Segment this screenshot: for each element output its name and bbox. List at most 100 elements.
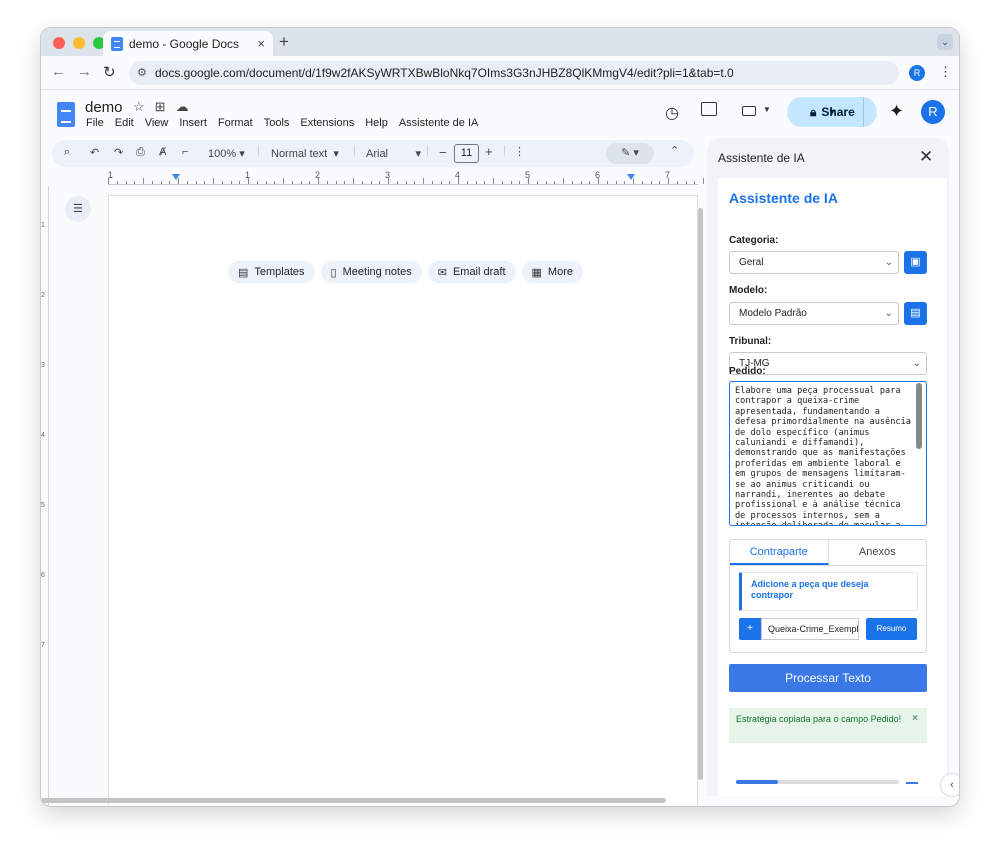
ruler-tick bbox=[545, 181, 547, 184]
star-icon[interactable]: ☆ bbox=[133, 99, 145, 115]
folder-icon: ▣ bbox=[910, 256, 921, 268]
paragraph-style-select[interactable]: Normal text ▾ bbox=[271, 147, 339, 160]
ruler-tick bbox=[125, 181, 127, 184]
document-outline-button[interactable]: ☰ bbox=[65, 196, 91, 222]
ruler-tick bbox=[501, 181, 503, 184]
menu-file[interactable]: File bbox=[86, 117, 104, 129]
categoria-select[interactable]: Geral ⌄ bbox=[729, 251, 899, 274]
ruler-tick bbox=[326, 181, 328, 184]
back-icon[interactable]: ← bbox=[51, 63, 66, 80]
collapse-side-panel-icon[interactable]: ‹ bbox=[941, 774, 959, 796]
toolbar-divider: | bbox=[257, 144, 260, 156]
scroll-thumb[interactable] bbox=[698, 208, 703, 780]
ruler-tick bbox=[265, 181, 267, 184]
ruler-tick bbox=[169, 181, 171, 184]
chevron-down-icon[interactable]: ▼ bbox=[763, 105, 771, 114]
ruler-tick bbox=[423, 178, 424, 184]
menu-insert[interactable]: Insert bbox=[179, 117, 207, 129]
file-name-field[interactable]: Queixa-Crime_Exemplo bbox=[761, 618, 859, 640]
ruler-tick bbox=[195, 181, 197, 184]
menu-edit[interactable]: Edit bbox=[115, 117, 134, 129]
vruler-number: 5 bbox=[41, 502, 45, 509]
url-field[interactable]: ⚙ docs.google.com/document/d/1f9w2fAKSyW… bbox=[129, 61, 899, 85]
chip-more[interactable]: ▦ More bbox=[521, 261, 583, 283]
paint-format-icon[interactable]: ⌐ bbox=[182, 146, 188, 158]
vruler-number: 7 bbox=[41, 642, 45, 649]
ruler-tick bbox=[405, 181, 407, 184]
zoom-select[interactable]: 100% ▾ bbox=[208, 147, 245, 160]
spellcheck-icon[interactable]: Ⱥ bbox=[159, 146, 166, 158]
site-info-icon[interactable]: ⚙ bbox=[137, 61, 147, 85]
menu-view[interactable]: View bbox=[145, 117, 169, 129]
modelo-select[interactable]: Modelo Padrão ⌄ bbox=[729, 302, 899, 325]
reload-icon[interactable]: ↻ bbox=[103, 63, 116, 81]
chevron-down-icon: ⌄ bbox=[884, 308, 893, 319]
dismiss-message-icon[interactable]: × bbox=[912, 713, 918, 725]
search-menus-icon[interactable]: ⌕ bbox=[64, 146, 70, 159]
process-text-button[interactable]: Processar Texto bbox=[729, 664, 927, 692]
chip-meeting-notes[interactable]: ▯ Meeting notes bbox=[320, 261, 422, 283]
add-file-button[interactable]: + bbox=[739, 618, 761, 640]
close-window-button[interactable] bbox=[53, 37, 65, 49]
share-button[interactable]: 🔒︎ Share ▼ bbox=[787, 97, 877, 127]
comments-icon[interactable] bbox=[701, 102, 717, 116]
chip-templates[interactable]: ▤ Templates bbox=[228, 261, 315, 283]
docs-logo-icon[interactable] bbox=[57, 102, 75, 127]
editing-mode-select[interactable]: ✎ ▾ bbox=[606, 143, 654, 164]
font-size-input[interactable]: 11 bbox=[454, 144, 479, 163]
browser-profile-avatar[interactable]: R bbox=[909, 65, 925, 81]
forward-icon[interactable]: → bbox=[77, 63, 92, 80]
decrease-font-size-button[interactable]: − bbox=[439, 145, 447, 160]
menu-tools[interactable]: Tools bbox=[264, 117, 290, 129]
increase-font-size-button[interactable]: + bbox=[485, 144, 493, 159]
account-avatar[interactable]: R bbox=[921, 100, 945, 124]
menu-format[interactable]: Format bbox=[218, 117, 253, 129]
ruler-tick bbox=[633, 178, 634, 184]
tab-close-icon[interactable]: × bbox=[257, 36, 265, 51]
resumo-button[interactable]: Resumo bbox=[866, 618, 917, 640]
collapse-menus-icon[interactable]: ⌃ bbox=[670, 144, 679, 157]
redo-icon[interactable]: ↷ bbox=[114, 146, 123, 159]
gemini-icon[interactable]: ✦ bbox=[889, 101, 904, 122]
menu-help[interactable]: Help bbox=[365, 117, 388, 129]
tab-contraparte[interactable]: Contraparte bbox=[730, 540, 829, 565]
document-page[interactable] bbox=[109, 196, 697, 806]
categoria-value: Geral bbox=[739, 257, 764, 268]
modelo-document-button[interactable]: ▤ bbox=[904, 302, 927, 325]
undo-icon[interactable]: ↶ bbox=[90, 146, 99, 159]
tribunal-label: Tribunal: bbox=[729, 336, 772, 347]
meet-icon[interactable] bbox=[742, 106, 756, 116]
ruler-tick bbox=[344, 181, 346, 184]
menu-extensions[interactable]: Extensions bbox=[300, 117, 354, 129]
document-horizontal-scrollbar[interactable] bbox=[41, 798, 666, 803]
new-tab-button[interactable]: + bbox=[279, 32, 289, 52]
close-icon[interactable]: ✕ bbox=[919, 147, 933, 167]
ruler-tick bbox=[143, 178, 144, 184]
menu-assistente-de-ia[interactable]: Assistente de IA bbox=[399, 117, 479, 129]
move-folder-icon[interactable]: ⊞ bbox=[155, 99, 166, 115]
minimize-window-button[interactable] bbox=[73, 37, 85, 49]
browser-tab[interactable]: demo - Google Docs × bbox=[103, 31, 273, 56]
horizontal-ruler[interactable]: 1 1 2 3 4 5 6 7 bbox=[108, 170, 748, 185]
ruler-tick bbox=[580, 181, 582, 184]
tab-anexos[interactable]: Anexos bbox=[829, 540, 927, 565]
success-text: Estratégia copiada para o campo Pedido! bbox=[736, 714, 902, 724]
vertical-ruler[interactable]: 1 2 3 4 5 6 7 bbox=[41, 186, 49, 806]
ruler-tick bbox=[484, 181, 486, 184]
more-tools-icon[interactable]: ⋮ bbox=[514, 145, 525, 158]
version-history-icon[interactable]: ◷ bbox=[665, 103, 679, 123]
toolbar-divider: | bbox=[503, 144, 506, 156]
pedido-textarea[interactable]: Elabore uma peça processual para contrap… bbox=[729, 381, 927, 526]
chip-email-draft[interactable]: ✉ Email draft bbox=[427, 261, 516, 283]
document-vertical-scrollbar[interactable] bbox=[697, 186, 705, 806]
tab-search-icon[interactable]: ⌄ bbox=[937, 34, 953, 50]
ruler-tick bbox=[449, 181, 451, 184]
textarea-scrollbar[interactable] bbox=[916, 383, 922, 449]
document-name[interactable]: demo bbox=[85, 99, 123, 116]
font-select[interactable]: Arial ▾ bbox=[366, 147, 421, 160]
print-icon[interactable]: ⎙ bbox=[136, 146, 145, 159]
cloud-status-icon[interactable]: ☁ bbox=[176, 99, 189, 115]
assistant-heading: Assistente de IA bbox=[729, 190, 838, 206]
browser-menu-icon[interactable]: ⋮ bbox=[939, 64, 952, 80]
categoria-folder-button[interactable]: ▣ bbox=[904, 251, 927, 274]
